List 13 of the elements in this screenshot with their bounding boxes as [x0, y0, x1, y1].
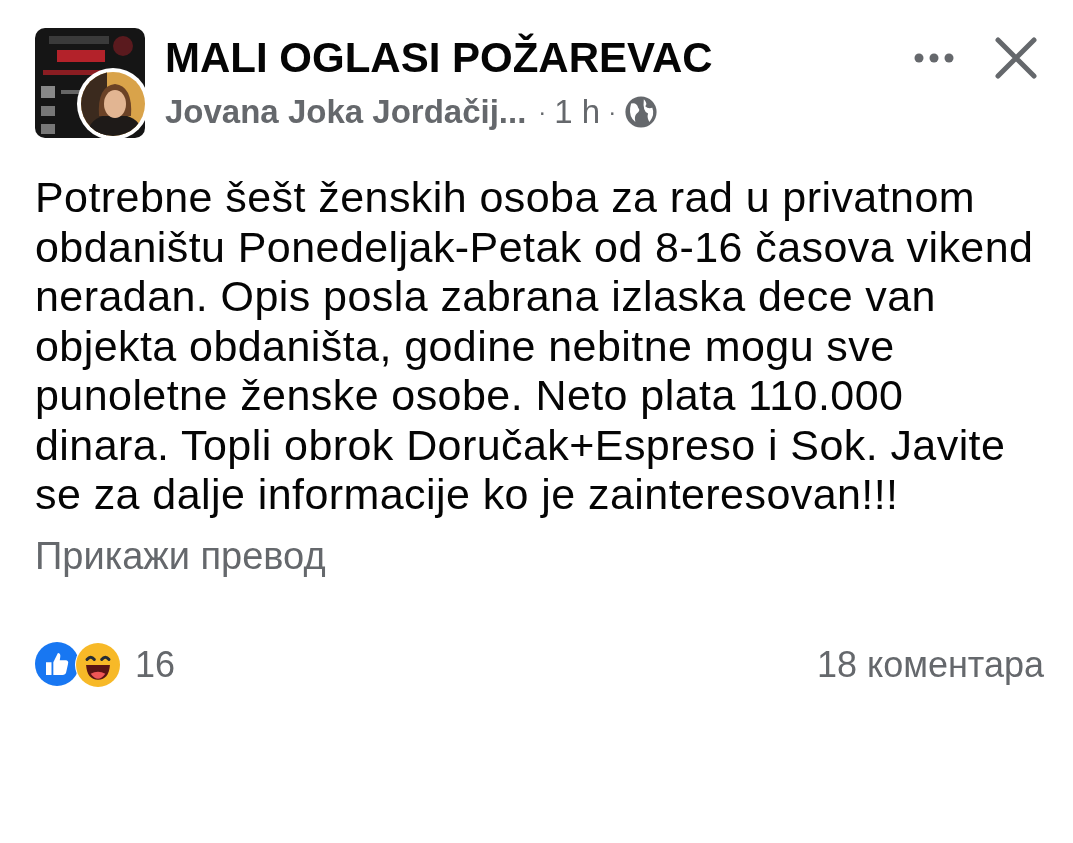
globe-icon — [624, 95, 659, 129]
separator: · — [538, 97, 547, 127]
separator: · — [608, 97, 617, 127]
author-name[interactable]: Jovana Joka Jordačij... — [165, 92, 527, 132]
post-text: Potrebne šešt ženskih osoba za rad u privatnom obdaništu Ponedeljak-Petak od 8-16 časova vikend neradan. Opis posla zabrana izlaska dece van objekta obdaništa, godine nebitne mogu sve punoletne ženske osobe. Neto plata 110.000 dinara. Topli obrok Doručak+Espreso i Sok. Javite se za dalje informacije ko je zainteresovan!!! — [35, 173, 1035, 520]
translate-link[interactable]: Прикажи превод — [35, 534, 326, 577]
more-icon[interactable] — [914, 53, 954, 63]
close-icon[interactable] — [994, 36, 1038, 80]
comment-count[interactable]: 18 коментара — [816, 637, 1044, 692]
group-name[interactable]: MALI OGLASI POŽAREVAC — [165, 32, 713, 84]
laughing-emoji-icon — [76, 642, 120, 687]
reaction-count[interactable]: 16 — [135, 637, 176, 692]
post-time[interactable]: 1 h — [554, 92, 601, 132]
